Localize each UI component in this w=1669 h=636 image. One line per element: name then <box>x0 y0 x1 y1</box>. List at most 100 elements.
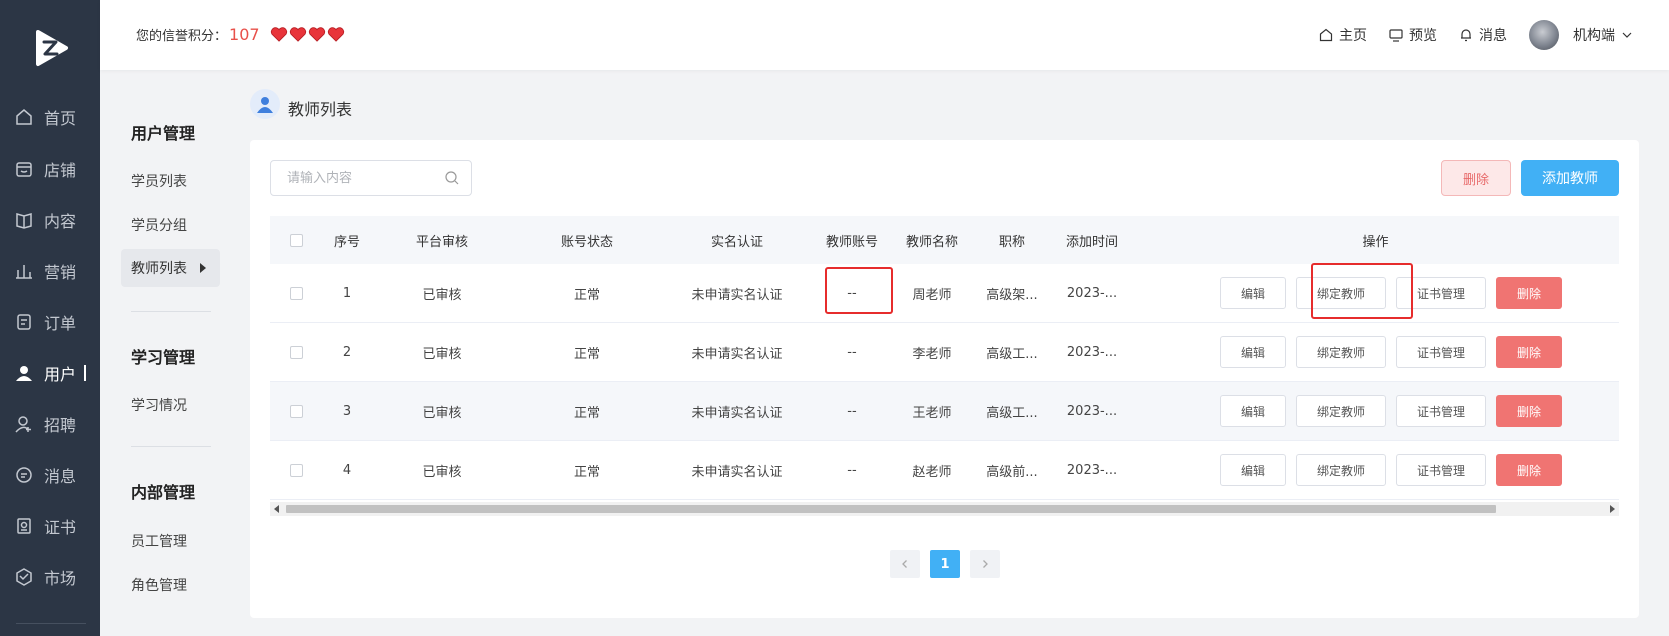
nav-label: 证书 <box>44 518 77 537</box>
nav-item-recruit[interactable]: 招聘 <box>0 404 100 444</box>
home-link[interactable]: 主页 <box>1319 25 1367 45</box>
nav-item-market[interactable]: 市场 <box>0 557 100 597</box>
row-delete-button[interactable]: 删除 <box>1496 454 1562 486</box>
cell-added: 2023-... <box>1066 403 1118 419</box>
row-delete-button[interactable]: 删除 <box>1496 277 1562 309</box>
nav-item-content[interactable]: 内容 <box>0 200 100 240</box>
table-header: 序号 平台审核 账号状态 实名认证 教师账号 教师名称 职称 添加时间 操作 <box>270 216 1619 264</box>
nav-label: 市场 <box>44 569 77 588</box>
header-audit: 平台审核 <box>415 234 468 250</box>
cell-account: -- <box>847 344 857 360</box>
cell-name: 王老师 <box>912 405 952 421</box>
messages-link[interactable]: 消息 <box>1459 25 1507 45</box>
cell-status: 正常 <box>573 346 600 362</box>
prev-page-button[interactable] <box>890 550 920 578</box>
nav-divider <box>16 623 86 624</box>
subnav-item-student-list[interactable]: 学员列表 <box>131 171 187 191</box>
next-page-button[interactable] <box>970 550 1000 578</box>
subnav-item-teacher-list-label: 教师列表 <box>131 261 187 277</box>
subnav-item-roles[interactable]: 角色管理 <box>131 575 187 595</box>
row-delete-button[interactable]: 删除 <box>1496 395 1562 427</box>
nav-item-marketing[interactable]: 营销 <box>0 251 100 291</box>
table-row: 3 已审核 正常 未申请实名认证 -- 王老师 高级工... 2023-... … <box>270 382 1619 441</box>
subnav-item-student-group[interactable]: 学员分组 <box>131 215 187 235</box>
cell-name: 李老师 <box>912 346 952 362</box>
logo-icon[interactable] <box>32 28 70 68</box>
select-all-checkbox[interactable] <box>289 233 303 247</box>
search-icon[interactable] <box>445 171 459 185</box>
nav-item-home[interactable]: 首页 <box>0 97 100 137</box>
row-checkbox[interactable] <box>289 463 303 477</box>
store-icon <box>14 159 34 179</box>
bell-icon <box>1461 29 1471 42</box>
edit-button[interactable]: 编辑 <box>1220 454 1286 486</box>
row-checkbox[interactable] <box>289 404 303 418</box>
scrollbar-thumb[interactable] <box>286 505 1496 513</box>
row-checkbox[interactable] <box>289 345 303 359</box>
search-input[interactable] <box>271 161 431 195</box>
subnav-group-study: 学习管理 <box>131 348 196 367</box>
edit-button[interactable]: 编辑 <box>1220 395 1286 427</box>
nav-item-messages[interactable]: 消息 <box>0 455 100 495</box>
cell-title: 高级前... <box>986 464 1038 480</box>
certificate-icon <box>14 516 34 536</box>
nav-label: 用户 <box>44 365 77 384</box>
preview-label: 预览 <box>1409 28 1437 44</box>
nav-label: 营销 <box>44 263 77 282</box>
scroll-left-icon[interactable] <box>274 505 279 513</box>
bind-teacher-button[interactable]: 绑定教师 <box>1296 336 1386 368</box>
table-row: 1 已审核 正常 未申请实名认证 -- 周老师 高级架... 2023-... … <box>270 264 1619 323</box>
nav-label: 内容 <box>44 212 77 231</box>
cell-title: 高级架... <box>986 287 1038 303</box>
heart-icon <box>270 27 287 42</box>
add-teacher-button[interactable]: 添加教师 <box>1521 160 1619 196</box>
heart-icon <box>289 27 306 42</box>
row-select-cell <box>270 382 322 440</box>
active-indicator <box>84 365 86 381</box>
subnav-group-user: 用户管理 <box>131 124 196 143</box>
nav-item-orders[interactable]: 订单 <box>0 302 100 342</box>
cell-audit: 已审核 <box>422 405 462 421</box>
row-checkbox[interactable] <box>289 286 303 300</box>
cell-status: 正常 <box>573 464 600 480</box>
header-realname: 实名认证 <box>710 234 763 250</box>
highlight-box-account <box>825 267 893 314</box>
horizontal-scrollbar[interactable] <box>270 502 1619 516</box>
home-icon <box>14 107 34 127</box>
highlight-box-bind <box>1311 263 1413 319</box>
subnav-group-internal: 内部管理 <box>131 483 196 502</box>
row-delete-button[interactable]: 删除 <box>1496 336 1562 368</box>
nav-item-certificates[interactable]: 证书 <box>0 506 100 546</box>
bind-teacher-button[interactable]: 绑定教师 <box>1296 395 1386 427</box>
user-avatar-icon <box>250 89 280 119</box>
cell-realname: 未申请实名认证 <box>691 464 783 480</box>
scroll-right-icon[interactable] <box>1610 505 1615 513</box>
bind-teacher-button[interactable]: 绑定教师 <box>1296 454 1386 486</box>
message-icon <box>14 465 34 485</box>
cert-manage-button[interactable]: 证书管理 <box>1396 336 1486 368</box>
home-icon <box>1319 28 1333 42</box>
chevron-right-icon <box>983 560 988 568</box>
account-menu[interactable]: 机构端 <box>1529 20 1633 50</box>
cell-added: 2023-... <box>1066 344 1118 360</box>
nav-label: 招聘 <box>44 416 77 435</box>
avatar <box>1529 20 1559 50</box>
edit-button[interactable]: 编辑 <box>1220 336 1286 368</box>
table-row: 2 已审核 正常 未申请实名认证 -- 李老师 高级工... 2023-... … <box>270 323 1619 382</box>
nav-item-store[interactable]: 店铺 <box>0 149 100 189</box>
nav-item-users[interactable]: 用户 <box>0 353 100 393</box>
page-number-current[interactable]: 1 <box>930 550 960 578</box>
delete-button[interactable]: 删除 <box>1441 160 1511 196</box>
credit-score: 您的信誉积分： 107 <box>136 25 345 44</box>
cell-name: 赵老师 <box>912 464 952 480</box>
subnav-divider <box>131 446 211 447</box>
header-name: 教师名称 <box>905 234 958 250</box>
preview-link[interactable]: 预览 <box>1389 25 1437 45</box>
subnav-item-staff[interactable]: 员工管理 <box>131 531 187 551</box>
cert-manage-button[interactable]: 证书管理 <box>1396 395 1486 427</box>
subnav-item-study-status[interactable]: 学习情况 <box>131 395 187 415</box>
edit-button[interactable]: 编辑 <box>1220 277 1286 309</box>
cert-manage-button[interactable]: 证书管理 <box>1396 454 1486 486</box>
content-card: 删除 添加教师 序号 平台审核 账号状态 实名认证 教师账号 教师名称 职称 添… <box>250 140 1639 618</box>
header-added: 添加时间 <box>1065 234 1118 250</box>
